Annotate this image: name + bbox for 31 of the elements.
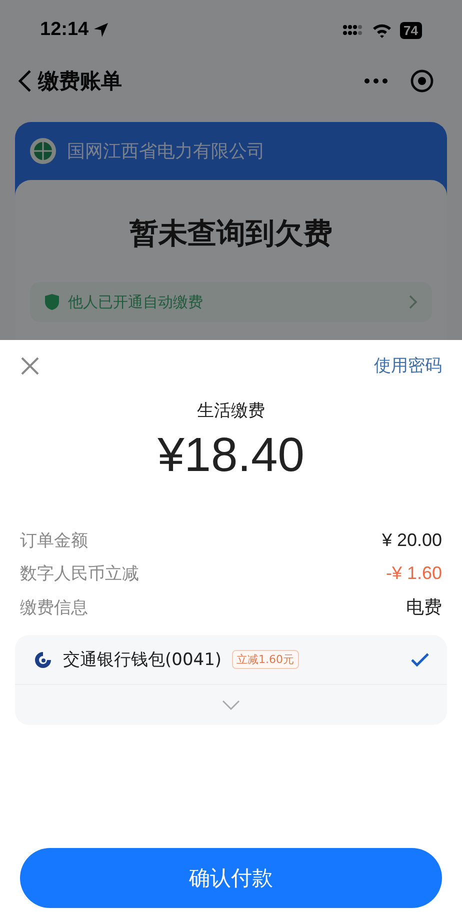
detail-label: 数字人民币立减 bbox=[20, 563, 139, 585]
chevron-down-icon bbox=[222, 700, 240, 710]
detail-value: 电费 bbox=[406, 596, 442, 619]
discount-value: -¥ 1.60 bbox=[386, 563, 442, 584]
detail-label: 订单金额 bbox=[20, 530, 88, 552]
payment-amount: ¥18.40 bbox=[158, 428, 304, 483]
more-button[interactable] bbox=[364, 78, 388, 84]
wifi-icon bbox=[372, 22, 392, 38]
payment-method-name: 交通银行钱包(0041) bbox=[63, 649, 222, 671]
bank-logo-icon bbox=[33, 650, 53, 670]
close-miniprogram-button[interactable] bbox=[410, 69, 434, 93]
signal-icon bbox=[342, 23, 364, 37]
battery-level: 74 bbox=[400, 22, 422, 38]
bill-status-heading: 暂未查询到欠费 bbox=[130, 215, 332, 252]
autopay-notice-text: 他人已开通自动缴费 bbox=[68, 292, 204, 312]
company-name: 国网江西省电力有限公司 bbox=[67, 140, 265, 163]
discount-tag: 立减1.60元 bbox=[232, 650, 300, 669]
globe-logo-icon bbox=[29, 137, 57, 165]
location-arrow-icon bbox=[92, 22, 109, 38]
back-button[interactable] bbox=[18, 69, 32, 93]
page-title: 缴费账单 bbox=[38, 68, 122, 95]
close-button[interactable] bbox=[20, 356, 40, 376]
detail-value: ¥ 20.00 bbox=[382, 530, 442, 551]
status-time: 12:14 bbox=[40, 19, 89, 41]
payment-method-row[interactable]: 交通银行钱包(0041) 立减1.60元 bbox=[15, 635, 447, 685]
payment-title: 生活缴费 bbox=[197, 400, 265, 422]
confirm-payment-button[interactable]: 确认付款 bbox=[20, 848, 442, 908]
detail-label: 缴费信息 bbox=[20, 596, 88, 618]
use-password-link[interactable]: 使用密码 bbox=[374, 354, 442, 377]
shield-icon bbox=[44, 293, 60, 311]
chevron-right-icon bbox=[409, 295, 418, 309]
